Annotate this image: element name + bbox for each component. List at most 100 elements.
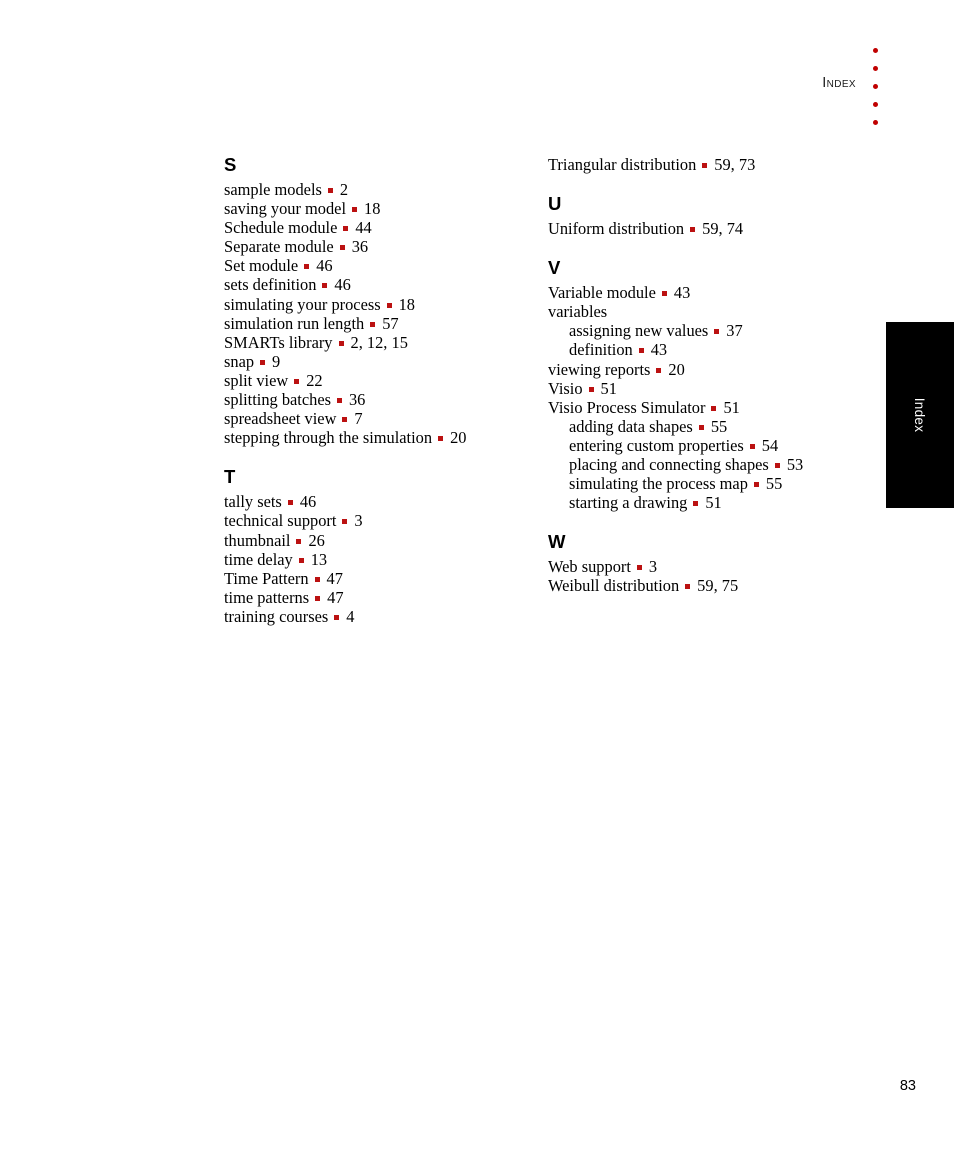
index-entry: Visio 51 [548, 379, 868, 398]
square-bullet-icon [336, 398, 342, 404]
index-entry: SMARTs library 2, 12, 15 [224, 333, 524, 352]
square-bullet-icon [342, 417, 348, 423]
index-entry: snap 9 [224, 352, 524, 371]
header-dot-decoration [873, 48, 878, 125]
index-subentry: starting a drawing 51 [548, 493, 868, 512]
index-entry-text: Schedule module [224, 218, 338, 238]
index-entry-pages: 3 [648, 557, 658, 577]
index-entry: time patterns 47 [224, 588, 524, 607]
index-column-left: Ssample models 2 saving your model 18 Schedu… [224, 155, 524, 626]
section-letter-w: W [548, 531, 566, 553]
index-entry-text: technical support [224, 511, 337, 531]
square-bullet-icon [294, 378, 300, 384]
index-subentry: adding data shapes 55 [548, 417, 868, 436]
index-entry-text: placing and connecting shapes [569, 455, 769, 475]
square-bullet-icon [352, 207, 358, 213]
square-bullet-icon [774, 463, 780, 469]
index-entry-text: variables [548, 302, 608, 322]
index-entry: viewing reports 20 [548, 360, 868, 379]
index-entry-pages: 53 [786, 455, 804, 475]
index-entry: Web support 3 [548, 557, 868, 576]
square-bullet-icon [690, 227, 696, 233]
index-entry: sets definition 46 [224, 275, 524, 294]
square-bullet-icon [343, 226, 349, 232]
index-entry-pages: 36 [351, 237, 369, 257]
index-entry-text: training courses [224, 606, 329, 626]
square-bullet-icon [753, 482, 759, 488]
index-entry-text: assigning new values [569, 321, 709, 341]
index-entry: spreadsheet view 7 [224, 409, 524, 428]
index-entry-text: saving your model [224, 199, 347, 219]
index-entry-text: viewing reports [548, 359, 651, 379]
index-entry-pages: 26 [308, 530, 325, 550]
page-number: 83 [899, 1078, 916, 1094]
index-subentry: placing and connecting shapes 53 [548, 455, 868, 474]
index-subentry: entering custom properties 54 [548, 436, 868, 455]
square-bullet-icon [339, 245, 345, 251]
index-entry: Time Pattern 47 [224, 569, 524, 588]
square-bullet-icon [711, 405, 717, 411]
index-entry-text: simulating your process [224, 294, 381, 314]
index-entry: saving your model 18 [224, 199, 524, 218]
index-entry: Weibull distribution 59, 75 [548, 576, 868, 595]
square-bullet-icon [698, 424, 704, 430]
square-bullet-icon [342, 519, 348, 525]
square-bullet-icon [260, 359, 266, 365]
index-entry: simulation run length 57 [224, 314, 524, 333]
index-entry-pages: 18 [364, 199, 381, 219]
index-entry-text: Visio [548, 378, 583, 398]
index-entry-pages: 59, 75 [697, 576, 739, 596]
header-dot-icon [873, 102, 878, 107]
index-entry-pages: 13 [310, 549, 328, 569]
index-entry: Triangular distribution 59, 73 [548, 155, 868, 174]
index-entry: stepping through the simulation 20 [224, 428, 524, 447]
index-entry-pages: 44 [355, 218, 372, 238]
index-entry-text: time patterns [224, 587, 310, 607]
page-header: Index [0, 0, 954, 140]
index-entry-pages: 51 [600, 378, 617, 398]
square-bullet-icon [322, 283, 328, 289]
index-entry-text: splitting batches [224, 390, 331, 410]
square-bullet-icon [287, 500, 293, 506]
square-bullet-icon [661, 291, 667, 297]
index-entry-pages: 9 [272, 351, 281, 371]
index-entry-text: adding data shapes [569, 416, 693, 436]
index-entry-pages: 46 [334, 275, 351, 295]
index-entry-text: simulation run length [224, 313, 365, 333]
side-tab-index: Index [886, 322, 954, 508]
running-header-label: Index [822, 75, 856, 91]
index-entry-text: Weibull distribution [548, 576, 680, 596]
index-entry-text: split view [224, 370, 289, 390]
index-entry-text: definition [569, 340, 633, 360]
square-bullet-icon [314, 576, 320, 582]
square-bullet-icon [315, 595, 321, 601]
square-bullet-icon [636, 565, 642, 571]
section-letter-u: U [548, 193, 562, 215]
index-entry-pages: 46 [316, 256, 333, 276]
index-entry-text: starting a drawing [569, 493, 688, 513]
index-entry-pages: 47 [327, 587, 344, 607]
index-entry-text: time delay [224, 549, 293, 569]
square-bullet-icon [638, 348, 644, 354]
square-bullet-icon [693, 501, 699, 507]
index-entry: Uniform distribution 59, 74 [548, 219, 868, 238]
index-entry-pages: 43 [650, 340, 668, 360]
square-bullet-icon [714, 329, 720, 335]
index-entry-text: snap [224, 351, 255, 371]
index-entry-text: spreadsheet view [224, 409, 337, 429]
square-bullet-icon [370, 321, 376, 327]
index-subentry: definition 43 [548, 340, 868, 359]
index-entry: time delay 13 [224, 550, 524, 569]
index-entry: technical support 3 [224, 511, 524, 530]
index-entry-pages: 54 [761, 435, 779, 455]
index-entry-pages: 46 [299, 492, 317, 512]
section-letter-s: S [224, 154, 237, 175]
square-bullet-icon [588, 386, 594, 392]
section-letter-v: V [548, 257, 561, 279]
index-entry: simulating your process 18 [224, 295, 524, 314]
section-letter-t: T [224, 466, 236, 488]
index-entry-pages: 20 [450, 428, 467, 448]
square-bullet-icon [702, 163, 708, 168]
index-entry-pages: 18 [398, 294, 415, 314]
index-entry-text: SMARTs library [224, 332, 333, 352]
